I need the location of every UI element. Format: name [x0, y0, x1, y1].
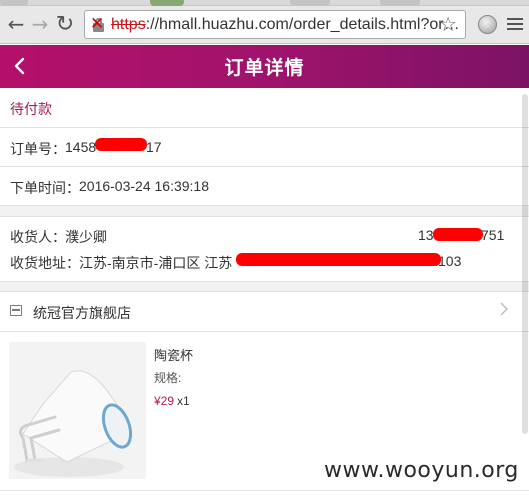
order-number-row: 订单号： 1458 17: [0, 128, 529, 166]
product-image[interactable]: [9, 342, 146, 479]
redaction-mark: [95, 138, 147, 151]
address-bar[interactable]: ✕ https://hmall.huazhu.com/order_details…: [84, 10, 466, 39]
chevron-left-icon[interactable]: [11, 57, 29, 75]
reload-icon[interactable]: ↻: [53, 12, 77, 37]
order-number-label: 订单号：: [10, 141, 66, 157]
divider: [0, 490, 529, 491]
scrollbar[interactable]: [521, 88, 529, 501]
scrollbar-thumb[interactable]: [522, 94, 528, 434]
watermark: www.wooyun.org: [324, 458, 519, 483]
recipient-section: 收货人： 濮少卿 13 751 收货地址： 江苏-南京市-浦口区 江苏 103: [0, 218, 529, 281]
recipient-phone-suffix: 751: [481, 227, 505, 243]
app-header: 订单详情: [0, 45, 529, 88]
redaction-mark: [236, 253, 441, 266]
chevron-right-icon[interactable]: [499, 302, 509, 316]
order-number-suffix: 17: [146, 139, 162, 155]
order-time-row: 下单时间： 2016-03-24 16:39:18: [0, 167, 529, 205]
url-scheme: https: [111, 15, 146, 33]
product-quantity: x1: [177, 394, 190, 408]
order-number-prefix: 1458: [65, 139, 97, 155]
address-suffix: 103: [438, 253, 462, 269]
recipient-label: 收货人：: [10, 229, 66, 245]
section-gap: [0, 205, 529, 217]
store-name: 统冠官方旗舰店: [33, 305, 131, 321]
insecure-lock-icon[interactable]: ✕: [90, 14, 107, 34]
store-row[interactable]: 统冠官方旗舰店: [0, 292, 529, 331]
order-status: 待付款: [10, 101, 52, 117]
recipient-name: 濮少卿: [65, 229, 107, 245]
product-spec: 规格:: [154, 371, 182, 385]
star-icon[interactable]: ☆: [439, 12, 457, 36]
address-label: 收货地址：: [10, 255, 80, 271]
back-arrow-icon[interactable]: ←: [4, 12, 28, 36]
address-value: 江苏-南京市-浦口区 江苏: [79, 255, 233, 271]
product-price: ¥29: [154, 394, 175, 408]
redaction-mark: [433, 228, 483, 241]
hamburger-menu-icon[interactable]: [507, 18, 523, 32]
order-time-value: 2016-03-24 16:39:18: [79, 178, 209, 194]
divider: [0, 331, 529, 332]
product-name[interactable]: 陶瓷杯: [154, 345, 193, 364]
forward-arrow-icon[interactable]: →: [28, 12, 52, 36]
extension-icon[interactable]: [478, 15, 497, 34]
section-gap: [0, 281, 529, 292]
url-text: ://hmall.huazhu.com/order_details.html?o…: [145, 15, 460, 33]
store-icon: [10, 305, 22, 316]
recipient-phone-prefix: 13: [418, 227, 434, 243]
order-time-label: 下单时间：: [10, 180, 80, 196]
order-status-row: 待付款: [0, 88, 529, 127]
page-title: 订单详情: [224, 58, 305, 79]
browser-toolbar: ← → ↻ ✕ https://hmall.huazhu.com/order_d…: [0, 6, 529, 44]
